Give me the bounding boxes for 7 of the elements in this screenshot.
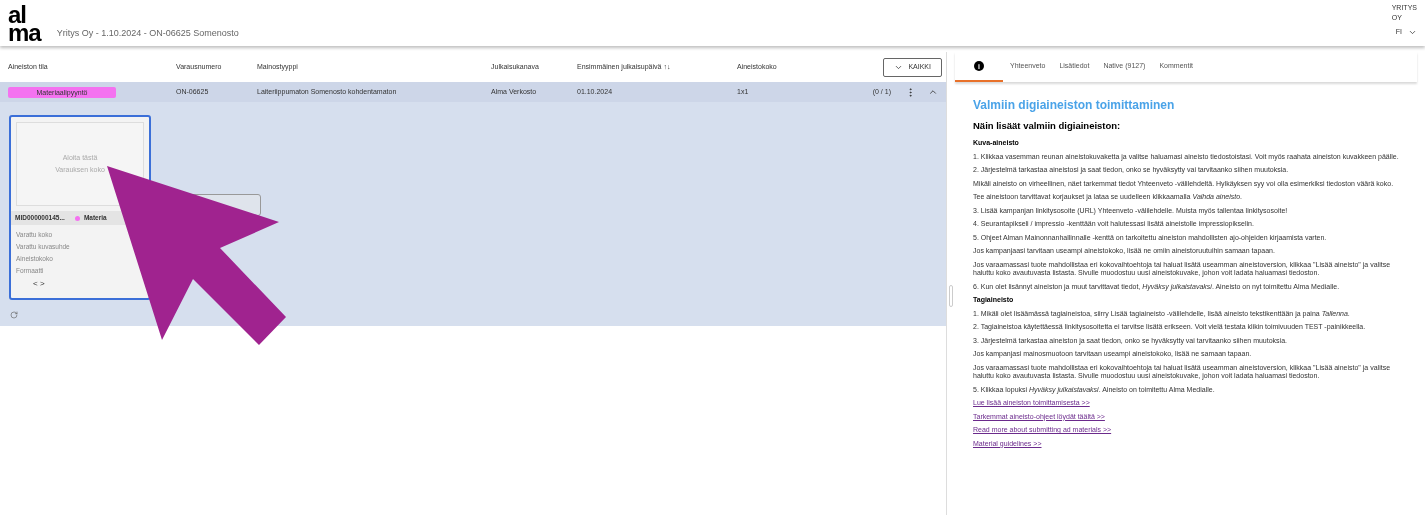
- collapse-icon[interactable]: [928, 87, 938, 97]
- resize-handle[interactable]: [949, 284, 953, 307]
- info-title: Valmiin digiaineiston toimittaminen: [973, 97, 1176, 114]
- refresh-icon[interactable]: [10, 311, 18, 319]
- logo[interactable]: al ma: [8, 6, 41, 42]
- info-subtitle: Näin lisäät valmiin digiaineiston:: [973, 119, 1122, 133]
- page-title: Yritys Oy - 1.10.2024 - ON-06625 Somenosto: [56, 26, 239, 40]
